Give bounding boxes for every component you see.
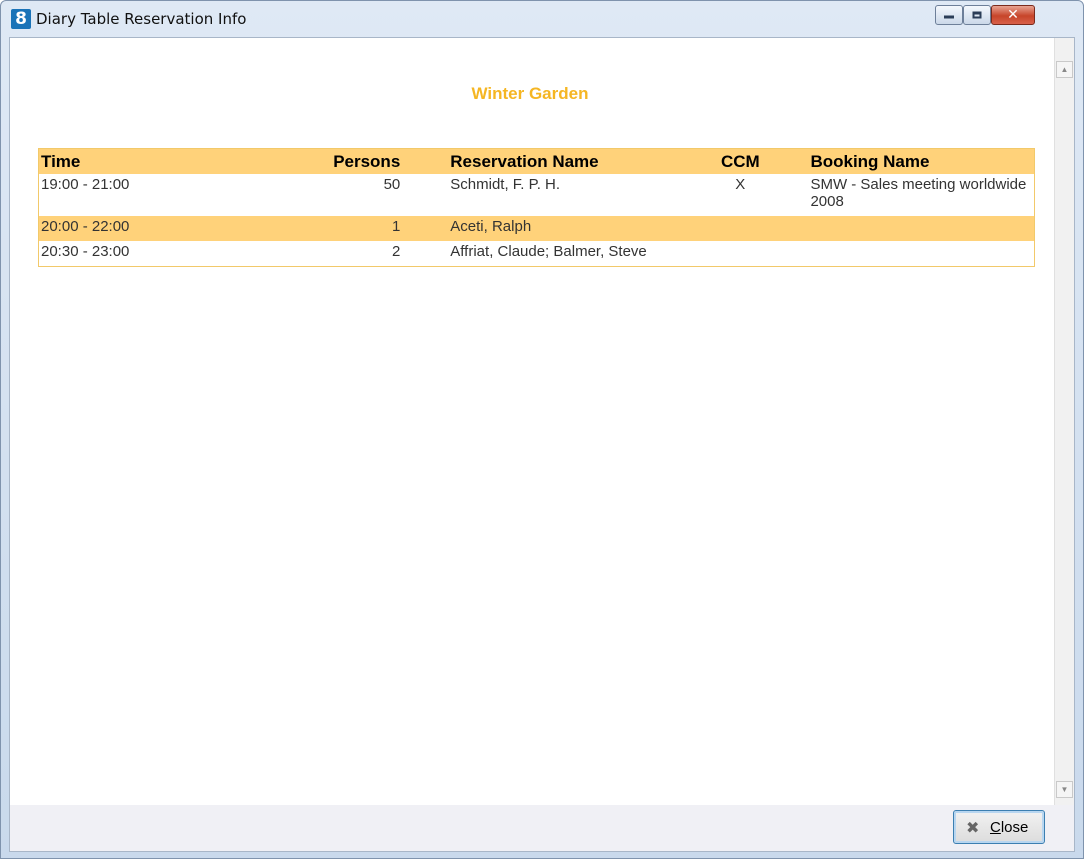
table-row[interactable]: 20:30 - 23:00 2 Affriat, Claude; Balmer,… [39,241,1035,267]
table-row[interactable]: 20:00 - 22:00 1 Aceti, Ralph [38,216,1035,241]
table-row[interactable]: 19:00 - 21:00 50 Schmidt, F. P. H. X SMW… [39,174,1035,216]
cell-ccm [698,216,809,241]
minimize-icon [944,15,954,19]
table-header-row: Time Persons Reservation Name CCM Bookin… [38,148,1035,174]
dialog-footer: ✖ Close [10,805,1074,851]
venue-heading: Winter Garden [471,84,589,103]
app-icon: 8 [11,9,31,29]
cell-persons: 2 [391,243,401,260]
cell-booking-name [808,216,1035,241]
maximize-button[interactable] [963,5,991,25]
cell-reservation-name: Affriat, Claude; Balmer, Steve [450,243,647,260]
cell-reservation-name: Aceti, Ralph [448,216,699,241]
minimize-button[interactable] [935,5,963,25]
reservation-table: Time Persons Reservation Name CCM Bookin… [38,148,1035,267]
cell-time: 20:30 - 23:00 [41,243,130,260]
content-area: Winter Garden Time Persons Reservation N… [9,37,1075,852]
column-header-ccm: CCM [698,148,809,174]
column-header-reservation-name: Reservation Name [448,148,699,174]
close-window-button[interactable]: ✕ [991,5,1035,25]
cell-ccm [698,241,808,267]
cell-persons: 1 [240,216,449,241]
cell-ccm: X [735,176,746,193]
close-icon: ✕ [1007,7,1019,23]
window-title: Diary Table Reservation Info [36,10,247,28]
maximize-icon [972,11,982,19]
column-header-booking-name: Booking Name [808,148,1035,174]
scroll-down-arrow-icon[interactable]: ▼ [1056,781,1073,798]
close-button[interactable]: ✖ Close [953,810,1045,844]
close-button-label: Close [990,819,1029,836]
vertical-scrollbar[interactable]: ▲ ▼ [1054,38,1074,805]
cell-reservation-name: Schmidt, F. P. H. [450,176,561,193]
dialog-window: 8 Diary Table Reservation Info ✕ Winter … [0,0,1084,859]
cell-persons: 50 [383,176,401,193]
column-header-persons: Persons [240,148,449,174]
cell-time: 19:00 - 21:00 [41,176,130,193]
cell-time: 20:00 - 22:00 [38,216,241,241]
title-bar[interactable]: 8 Diary Table Reservation Info ✕ [1,1,1083,37]
cell-booking-name: SMW - Sales meeting worldwide 2008 [810,176,1027,210]
close-x-icon: ✖ [966,818,980,837]
cell-booking-name [808,241,1034,267]
column-header-time: Time [38,148,241,174]
scroll-up-arrow-icon[interactable]: ▲ [1056,61,1073,78]
